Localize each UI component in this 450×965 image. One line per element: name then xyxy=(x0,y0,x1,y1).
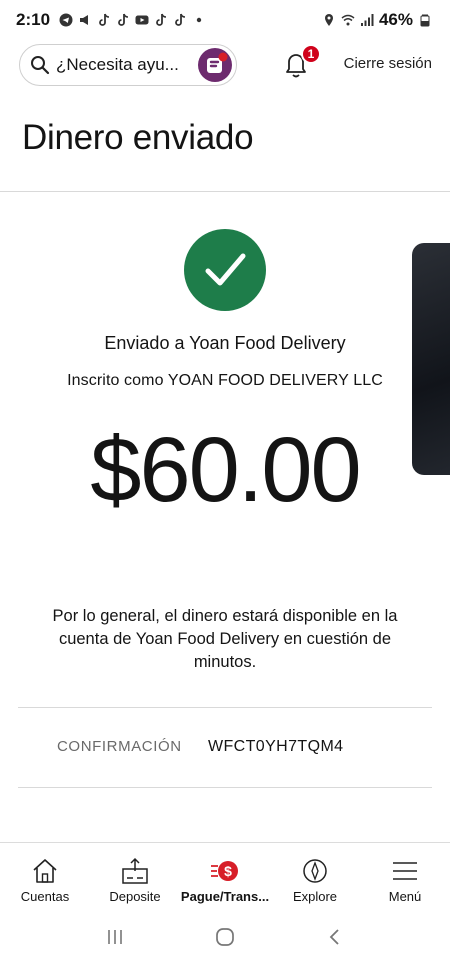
svg-text:$: $ xyxy=(224,863,232,879)
assistant-icon[interactable] xyxy=(198,48,232,82)
compass-icon xyxy=(303,859,327,883)
search-input[interactable]: ¿Necesita ayu... xyxy=(19,44,237,86)
nav-item-menu[interactable]: Menú xyxy=(360,843,450,908)
nav-label: Menú xyxy=(388,889,422,904)
android-nav-bar xyxy=(0,908,450,965)
confirmation-divider-top xyxy=(18,707,432,708)
menu-icon xyxy=(393,862,417,880)
tiktok-icon-4 xyxy=(175,13,186,26)
floating-video-thumbnail[interactable] xyxy=(412,243,450,475)
signout-link[interactable]: Cierre sesión xyxy=(344,55,432,72)
amount-sent: $60.00 xyxy=(90,419,361,521)
enrolled-as-text: Inscrito como YOAN FOOD DELIVERY LLC xyxy=(67,372,383,389)
nav-item-explore[interactable]: Explore xyxy=(270,843,360,908)
home-circle-icon xyxy=(216,927,234,946)
battery-icon xyxy=(420,14,430,27)
success-check-icon xyxy=(184,229,266,311)
house-icon xyxy=(33,859,57,883)
nav-label: Cuentas xyxy=(20,889,70,904)
nav-label: Pague/Trans... xyxy=(180,889,270,904)
nav-label: Explore xyxy=(292,889,338,904)
sent-to-text: Enviado a Yoan Food Delivery xyxy=(104,333,346,353)
search-icon xyxy=(31,56,50,75)
megaphone-icon xyxy=(80,15,89,25)
back-chevron-icon xyxy=(329,928,339,945)
nav-item-accounts[interactable]: Cuentas xyxy=(0,843,90,908)
signal-icon xyxy=(360,14,374,26)
search-placeholder: ¿Necesita ayu... xyxy=(56,55,179,74)
bottom-nav: Cuentas Deposite $ Pague/Trans... Explor… xyxy=(0,842,450,908)
telegram-icon xyxy=(59,13,73,27)
tiktok-icon xyxy=(99,13,110,26)
nav-label: Deposite xyxy=(109,889,161,904)
header-divider xyxy=(0,191,450,192)
availability-note: Por lo general, el dinero estará disponi… xyxy=(52,607,398,671)
page-title: Dinero enviado xyxy=(22,118,254,157)
nav-item-pay-transfer[interactable]: $ Pague/Trans... xyxy=(180,843,270,908)
status-time: 2:10 xyxy=(16,10,51,29)
dot-icon xyxy=(196,17,202,23)
checkmark-icon xyxy=(205,253,246,286)
deposit-icon xyxy=(122,857,148,884)
assistant-glyph-icon xyxy=(207,52,228,73)
nav-item-deposit[interactable]: Deposite xyxy=(90,843,180,908)
status-right: 46% xyxy=(322,10,432,30)
confirmation-code: WFCT0YH7TQM4 xyxy=(208,738,344,755)
notification-badge: 1 xyxy=(301,44,321,64)
home-button[interactable] xyxy=(210,922,240,952)
status-left: 2:10 xyxy=(16,10,206,30)
app-header: ¿Necesita ayu... 1 Cierre sesión xyxy=(0,44,450,86)
status-bar: 2:10 46% xyxy=(0,0,450,40)
location-icon xyxy=(324,14,333,26)
wifi-icon xyxy=(341,14,355,26)
battery-percent: 46% xyxy=(378,10,413,29)
youtube-icon xyxy=(135,15,149,25)
tiktok-icon-2 xyxy=(118,13,129,26)
confirmation-label: CONFIRMACIÓN xyxy=(57,738,182,755)
confirmation-divider-bottom xyxy=(18,787,432,788)
tiktok-icon-3 xyxy=(156,13,167,26)
back-button[interactable] xyxy=(320,922,350,952)
recent-apps-button[interactable] xyxy=(100,922,130,952)
pay-transfer-icon: $ xyxy=(211,861,238,881)
recent-apps-icon xyxy=(108,929,122,944)
